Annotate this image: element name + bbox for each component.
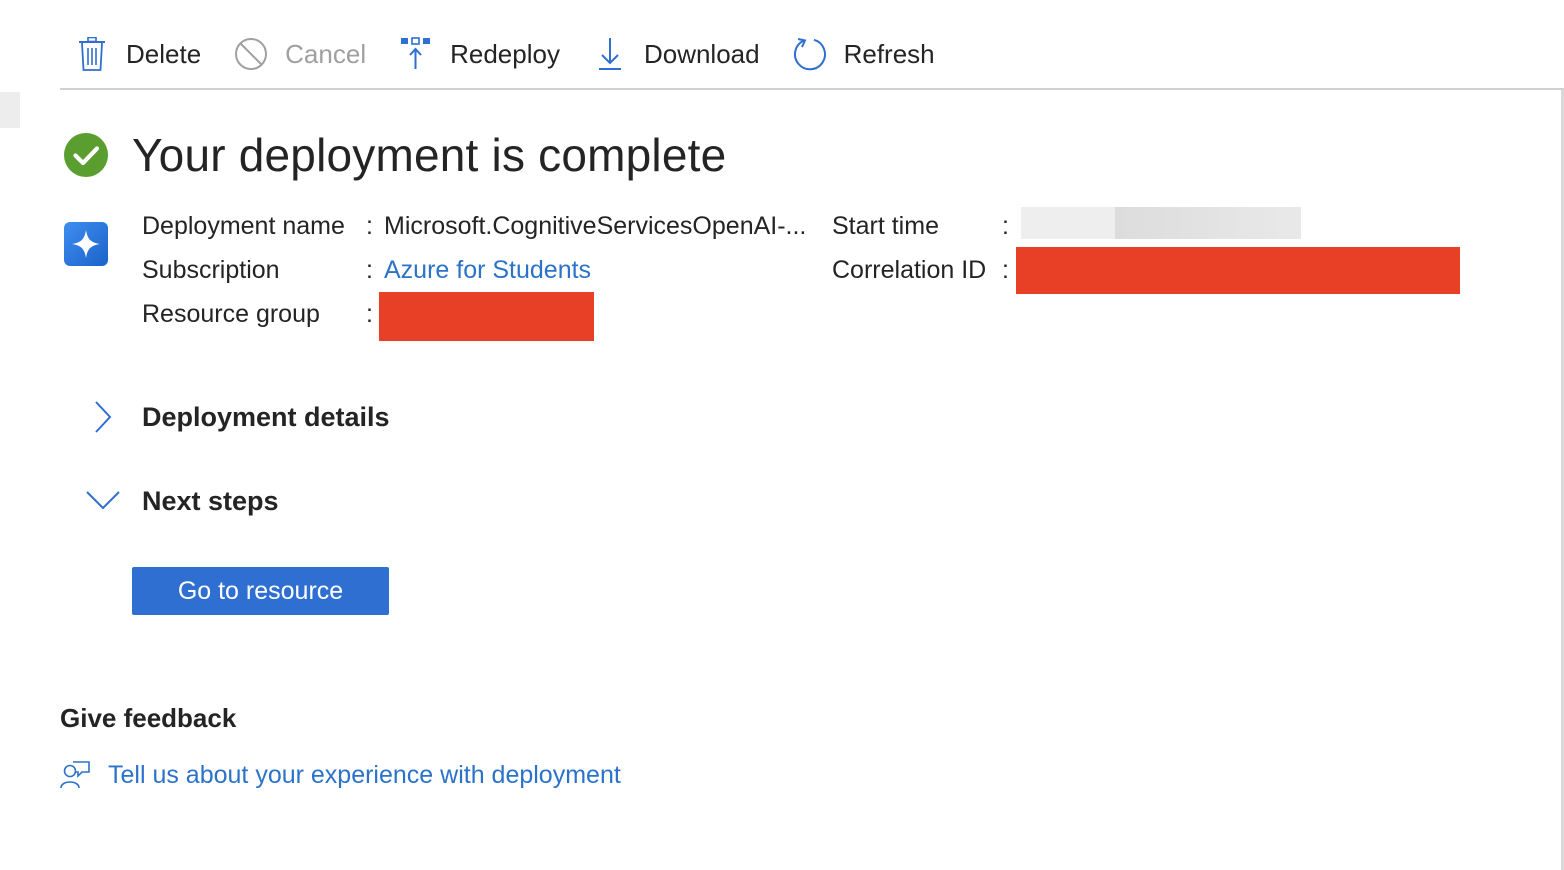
separator: :	[1002, 256, 1009, 284]
separator: :	[366, 256, 373, 284]
delete-button[interactable]: Delete	[60, 36, 201, 72]
chevron-right-icon	[86, 400, 120, 434]
deployment-overview-page: Delete Cancel Redeploy Download Refresh …	[0, 0, 1564, 870]
left-panel-edge	[0, 92, 20, 128]
cancel-icon	[233, 36, 269, 72]
toolbar-divider	[60, 88, 1564, 90]
refresh-button[interactable]: Refresh	[792, 36, 935, 72]
redeploy-icon	[398, 36, 434, 72]
start-time-label: Start time	[832, 212, 939, 240]
trash-icon	[74, 36, 110, 72]
feedback-link[interactable]: Tell us about your experience with deplo…	[108, 761, 621, 790]
deployment-details-label: Deployment details	[142, 401, 390, 432]
separator: :	[366, 212, 373, 240]
next-steps-label: Next steps	[142, 485, 279, 516]
azure-openai-icon	[64, 222, 108, 266]
give-feedback-heading: Give feedback	[60, 703, 237, 733]
person-feedback-icon	[60, 760, 90, 790]
command-bar: Delete Cancel Redeploy Download Refresh	[60, 20, 1564, 88]
chevron-down-icon	[86, 484, 120, 518]
redeploy-label: Redeploy	[450, 38, 560, 69]
download-label: Download	[643, 38, 760, 69]
next-steps-toggle[interactable]: Next steps	[86, 484, 279, 518]
download-button[interactable]: Download	[592, 36, 760, 72]
refresh-icon	[792, 36, 828, 72]
check-circle-icon	[64, 133, 108, 177]
deployment-name-value: Microsoft.CognitiveServicesOpenAI-...	[384, 212, 807, 240]
correlation-id-redacted	[1016, 247, 1460, 294]
status-header: Your deployment is complete	[64, 128, 726, 182]
refresh-label: Refresh	[843, 38, 935, 69]
resource-group-label: Resource group	[142, 300, 320, 328]
separator: :	[1002, 212, 1009, 240]
page-title: Your deployment is complete	[132, 129, 727, 181]
resource-group-redacted	[379, 292, 594, 341]
go-to-resource-button[interactable]: Go to resource	[132, 567, 389, 615]
correlation-id-label: Correlation ID	[832, 256, 987, 284]
deployment-name-label: Deployment name	[142, 212, 345, 240]
download-icon	[592, 36, 628, 72]
deployment-details-toggle[interactable]: Deployment details	[86, 400, 390, 434]
redeploy-button[interactable]: Redeploy	[398, 36, 560, 72]
feedback-link-row[interactable]: Tell us about your experience with deplo…	[60, 760, 621, 790]
subscription-label: Subscription	[142, 256, 280, 284]
cancel-button[interactable]: Cancel	[233, 36, 366, 72]
start-time-redacted-2	[1115, 207, 1301, 239]
separator: :	[366, 300, 373, 328]
cancel-label: Cancel	[285, 38, 367, 69]
start-time-redacted	[1021, 207, 1115, 239]
subscription-link[interactable]: Azure for Students	[384, 255, 591, 285]
delete-label: Delete	[126, 38, 202, 69]
